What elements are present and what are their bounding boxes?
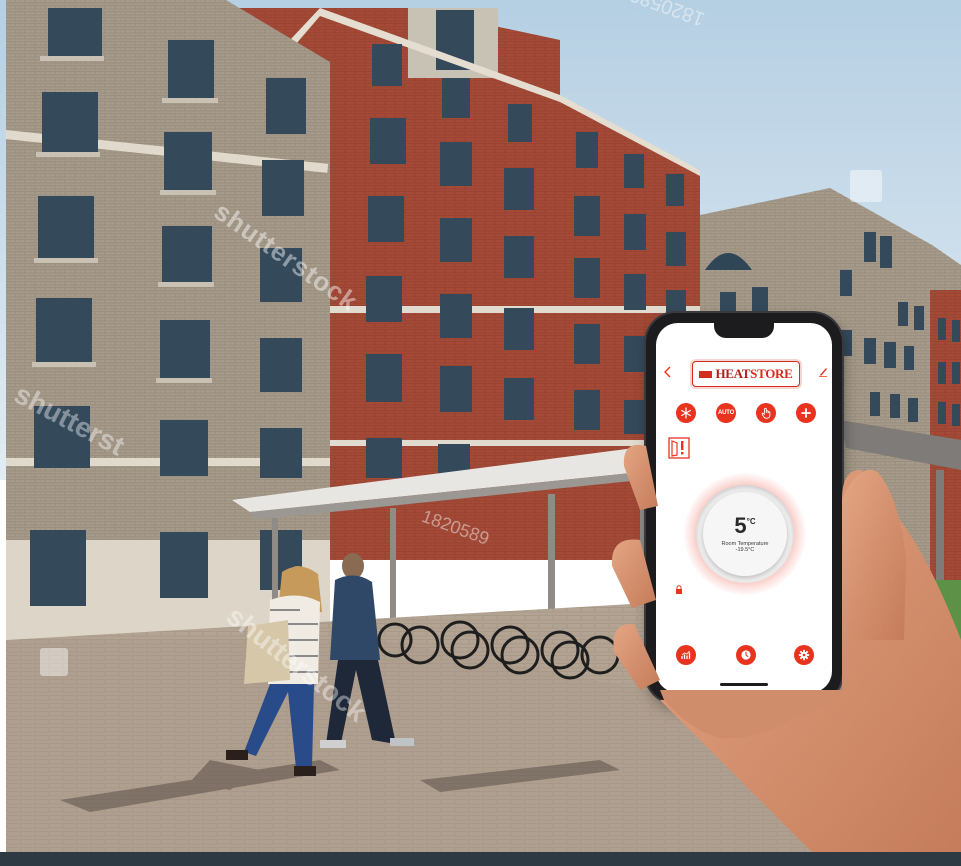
- bottom-banner-bar: [0, 852, 961, 866]
- logo-text-store: STORE: [750, 366, 793, 381]
- set-temperature-value: 5: [734, 513, 747, 538]
- snowflake-icon: [681, 407, 691, 419]
- auto-mode-button[interactable]: AUTO: [716, 403, 736, 423]
- home-indicator: [720, 683, 768, 686]
- back-icon[interactable]: [663, 366, 673, 378]
- schedule-button[interactable]: [736, 645, 756, 665]
- manual-mode-button[interactable]: [756, 403, 776, 423]
- settings-button[interactable]: [794, 645, 814, 665]
- gear-icon: [798, 649, 810, 661]
- room-temperature-value: -19.5°C: [735, 547, 755, 553]
- chart-icon: [681, 650, 691, 659]
- logo-text-heat: HEAT: [715, 366, 751, 381]
- statistics-button[interactable]: [676, 645, 696, 665]
- temperature-readout: 5 °C: [734, 515, 755, 537]
- plus-icon: [801, 408, 811, 418]
- frost-mode-button[interactable]: [676, 403, 696, 423]
- auto-label: AUTO: [717, 410, 735, 416]
- heatstore-logo: HEAT STORE: [692, 361, 800, 387]
- boost-button[interactable]: [796, 403, 816, 423]
- open-window-icon: [668, 437, 690, 459]
- temperature-dial[interactable]: 5 °C Room Temperature -19.5°C: [703, 492, 787, 576]
- lock-icon[interactable]: [675, 585, 683, 594]
- phone-notch: [714, 323, 774, 338]
- smartphone: HEAT STORE AUTO 5 °C Room Temperature -1…: [646, 313, 842, 703]
- edit-icon[interactable]: [818, 365, 828, 377]
- clock-icon: [741, 650, 751, 660]
- temperature-unit: °C: [746, 517, 756, 526]
- left-building: [5, 0, 330, 640]
- logo-bar: [699, 370, 713, 378]
- thermostat-app-screen: HEAT STORE AUTO 5 °C Room Temperature -1…: [656, 323, 832, 693]
- hand-icon: [761, 407, 771, 419]
